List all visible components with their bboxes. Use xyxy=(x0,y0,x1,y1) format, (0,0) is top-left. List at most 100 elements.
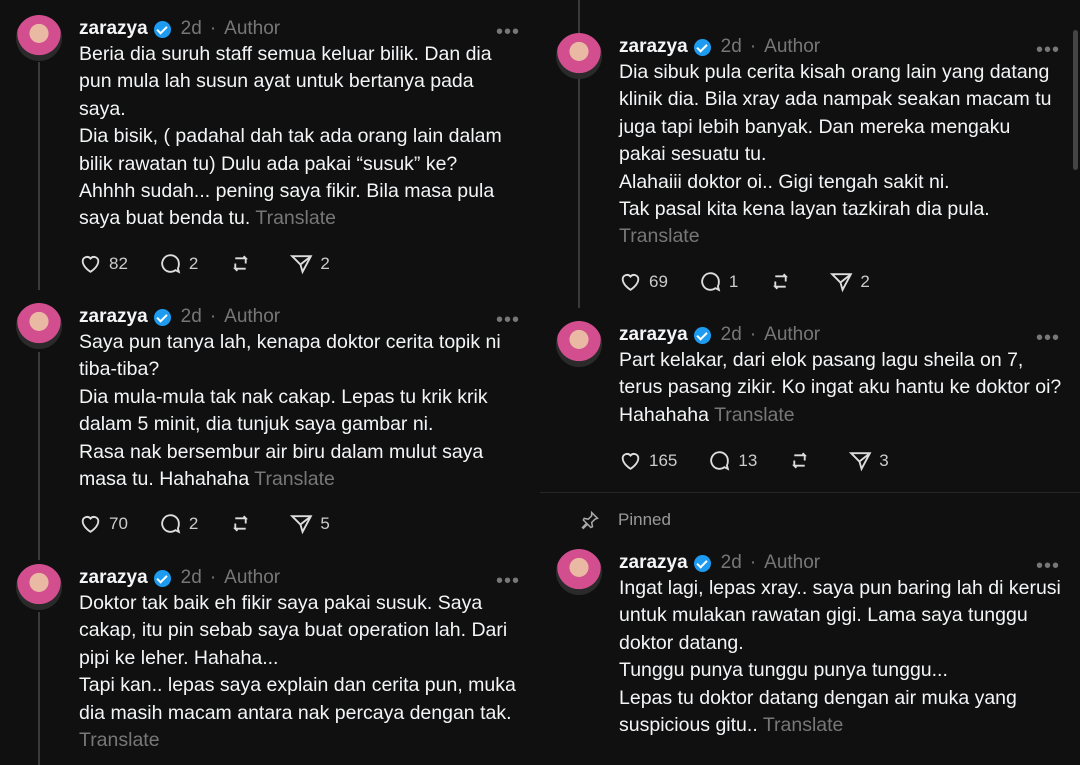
username[interactable]: zarazya xyxy=(79,306,148,328)
post-time[interactable]: 2d xyxy=(721,552,742,574)
post-time[interactable]: 2d xyxy=(721,324,742,346)
share-button[interactable]: 5 xyxy=(289,511,330,536)
left-column: zarazya 2d · Author ••• Beria dia suruh … xyxy=(0,0,540,765)
author-badge: Author xyxy=(764,36,821,57)
translate-link[interactable]: Translate xyxy=(254,468,335,490)
right-column: zarazya 2d · Author ••• Dia sibuk pula c… xyxy=(540,0,1080,765)
like-count: 165 xyxy=(649,450,678,470)
heart-icon xyxy=(81,256,100,273)
reply-icon xyxy=(710,451,730,471)
avatar[interactable] xyxy=(16,564,62,610)
avatar[interactable] xyxy=(556,33,602,79)
repost-button[interactable] xyxy=(787,448,818,473)
reply-count: 13 xyxy=(738,450,758,470)
avatar[interactable] xyxy=(16,303,62,349)
share-count: 2 xyxy=(860,271,870,291)
separator: · xyxy=(209,306,217,327)
like-button[interactable]: 82 xyxy=(78,251,128,276)
author-badge: Author xyxy=(224,18,281,39)
share-icon xyxy=(830,273,853,293)
username[interactable]: zarazya xyxy=(619,324,688,346)
reply-count: 2 xyxy=(188,253,199,273)
username[interactable]: zarazya xyxy=(79,18,148,40)
author-badge: Author xyxy=(224,567,281,588)
thread-post[interactable]: zarazya 2d · Author ••• Beria dia suruh … xyxy=(0,15,540,290)
post-text: Alahaiii doktor oi.. Gigi tengah sakit n… xyxy=(619,170,950,193)
separator: · xyxy=(209,567,217,588)
verified-icon xyxy=(153,308,171,326)
pinned-label: Pinned xyxy=(580,510,671,530)
separator: · xyxy=(749,36,757,57)
share-count: 5 xyxy=(320,513,330,533)
repost-button[interactable] xyxy=(768,269,799,294)
avatar[interactable] xyxy=(16,15,62,61)
thread-post[interactable]: zarazya 2d · Author ••• Part kelakar, da… xyxy=(540,321,1080,491)
thread-post[interactable]: zarazya 2d · Author ••• Dia sibuk pula c… xyxy=(540,33,1080,308)
post-text: Doktor tak baik eh fikir saya pakai susu… xyxy=(79,592,508,669)
like-count: 70 xyxy=(109,513,128,533)
share-count: 3 xyxy=(879,450,889,470)
heart-icon xyxy=(621,274,640,291)
like-count: 69 xyxy=(649,271,668,291)
post-text: Saya pun tanya lah, kenapa doktor cerita… xyxy=(79,331,501,381)
reply-button[interactable]: 13 xyxy=(707,448,757,473)
post-text: Dia bisik, ( padahal dah tak ada orang l… xyxy=(79,125,502,175)
reply-icon xyxy=(161,254,181,274)
separator: · xyxy=(209,18,217,39)
pinned-text: Pinned xyxy=(618,510,671,529)
repost-button[interactable] xyxy=(228,511,259,536)
divider xyxy=(540,492,1080,493)
translate-link[interactable]: Translate xyxy=(79,729,160,751)
heart-icon xyxy=(81,516,100,533)
verified-icon xyxy=(153,569,171,587)
repost-icon xyxy=(233,515,249,532)
post-text: Beria dia suruh staff semua keluar bilik… xyxy=(79,43,492,120)
reply-button[interactable]: 2 xyxy=(158,251,198,276)
separator: · xyxy=(749,552,757,573)
translate-link[interactable]: Translate xyxy=(255,207,336,229)
thread-post[interactable]: zarazya 2d · Author ••• Ingat lagi, lepa… xyxy=(540,549,1080,765)
share-count: 2 xyxy=(320,253,330,273)
post-time[interactable]: 2d xyxy=(181,18,202,40)
post-time[interactable]: 2d xyxy=(721,36,742,58)
username[interactable]: zarazya xyxy=(619,552,688,574)
like-button[interactable]: 165 xyxy=(618,448,677,473)
like-button[interactable]: 69 xyxy=(618,269,668,294)
avatar[interactable] xyxy=(556,549,602,595)
verified-icon xyxy=(693,326,711,344)
repost-button[interactable] xyxy=(228,251,259,276)
verified-icon xyxy=(693,38,711,56)
thread-post[interactable]: zarazya 2d · Author ••• Saya pun tanya l… xyxy=(0,303,540,553)
reply-button[interactable]: 1 xyxy=(698,269,738,294)
separator: · xyxy=(749,324,757,345)
username[interactable]: zarazya xyxy=(79,567,148,589)
like-button[interactable]: 70 xyxy=(78,511,128,536)
username[interactable]: zarazya xyxy=(619,36,688,58)
post-text: Ingat lagi, lepas xray.. saya pun baring… xyxy=(619,577,1061,654)
thread-post[interactable]: zarazya 2d · Author ••• Doktor tak baik … xyxy=(0,564,540,765)
share-button[interactable]: 3 xyxy=(848,448,889,473)
post-text: Dia mula-mula tak nak cakap. Lepas tu kr… xyxy=(79,385,488,436)
like-count: 82 xyxy=(109,253,128,273)
author-badge: Author xyxy=(764,324,821,345)
translate-link[interactable]: Translate xyxy=(619,225,700,247)
repost-icon xyxy=(773,273,789,290)
repost-icon xyxy=(233,255,249,272)
post-time[interactable]: 2d xyxy=(181,567,202,589)
post-text: Tak pasal kita kena layan tazkirah dia p… xyxy=(619,198,990,221)
verified-icon xyxy=(153,20,171,38)
reply-icon xyxy=(161,514,181,534)
heart-icon xyxy=(621,453,640,470)
avatar[interactable] xyxy=(556,321,602,367)
translate-link[interactable]: Translate xyxy=(714,404,795,426)
share-icon xyxy=(849,452,872,472)
share-button[interactable]: 2 xyxy=(289,251,330,276)
translate-link[interactable]: Translate xyxy=(763,714,844,736)
share-icon xyxy=(290,255,313,275)
post-time[interactable]: 2d xyxy=(181,306,202,328)
reply-button[interactable]: 2 xyxy=(158,511,198,536)
post-text: Dia sibuk pula cerita kisah orang lain y… xyxy=(619,61,1052,166)
post-text: Tapi kan.. lepas saya explain dan cerita… xyxy=(79,674,516,724)
share-icon xyxy=(290,515,313,535)
share-button[interactable]: 2 xyxy=(829,269,870,294)
